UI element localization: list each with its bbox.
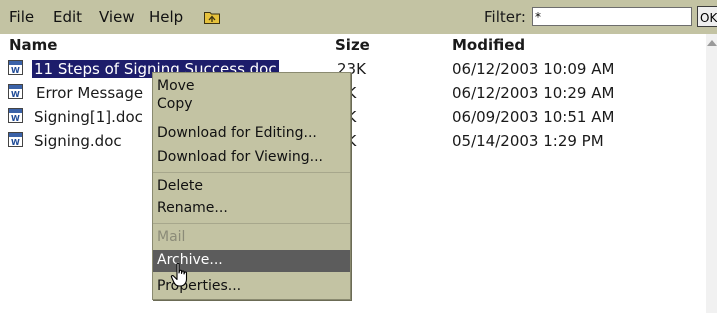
column-header-modified[interactable]: Modified (452, 36, 525, 54)
menu-item-rename[interactable]: Rename... (153, 198, 350, 220)
column-header-size[interactable]: Size (335, 36, 370, 54)
column-header-name[interactable]: Name (9, 36, 57, 54)
filter-label: Filter: (484, 8, 526, 26)
menu-item-mail: Mail (157, 229, 186, 245)
menu-item-copy[interactable]: Copy (153, 94, 350, 116)
file-modified: 05/14/2003 1:29 PM (452, 132, 604, 150)
file-modified: 06/09/2003 10:51 AM (452, 108, 615, 126)
svg-text:W: W (11, 114, 20, 123)
file-name[interactable]: Signing.doc (34, 132, 122, 150)
menu-item-download-viewing[interactable]: Download for Viewing... (153, 147, 350, 169)
file-modified: 06/12/2003 10:09 AM (452, 60, 615, 78)
word-document-icon: W (8, 108, 23, 123)
svg-text:W: W (11, 66, 20, 75)
menu-file[interactable]: File (9, 8, 34, 26)
menu-item-download-editing[interactable]: Download for Editing... (153, 123, 350, 145)
filter-input[interactable] (532, 7, 692, 26)
word-document-icon: W (8, 84, 23, 99)
scroll-up-arrow-icon[interactable] (707, 40, 717, 46)
menu-item-delete[interactable]: Delete (153, 176, 350, 198)
folder-up-icon[interactable] (204, 10, 220, 24)
file-name[interactable]: Error Message (36, 84, 143, 102)
svg-text:W: W (11, 90, 20, 99)
menu-separator (153, 172, 350, 173)
menubar: File Edit View Help Filter: OK (0, 0, 717, 34)
word-document-icon: W (8, 60, 23, 75)
menu-edit[interactable]: Edit (53, 8, 82, 26)
word-document-icon: W (8, 132, 23, 147)
menu-view[interactable]: View (99, 8, 135, 26)
menu-separator (153, 223, 350, 224)
hand-pointer-icon (170, 262, 188, 287)
file-modified: 06/12/2003 10:29 AM (452, 84, 615, 102)
svg-text:W: W (11, 138, 20, 147)
ok-button[interactable]: OK (697, 6, 717, 27)
vertical-scrollbar[interactable] (706, 34, 717, 313)
file-name[interactable]: Signing[1].doc (34, 108, 143, 126)
menu-help[interactable]: Help (149, 8, 183, 26)
